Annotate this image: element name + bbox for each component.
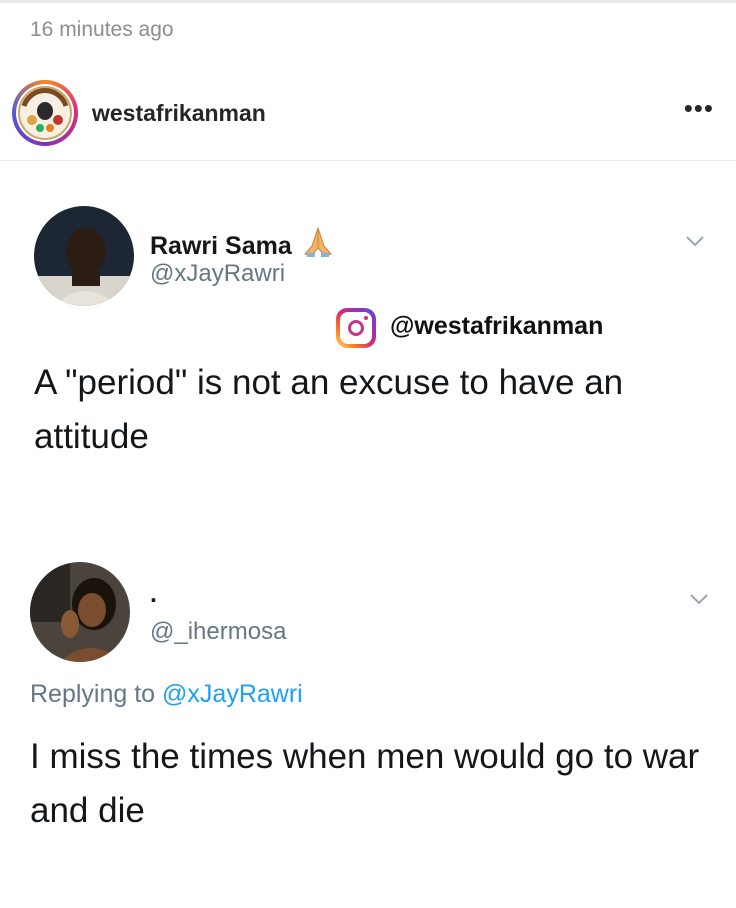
tweet-author-name[interactable]: Rawri Sama (150, 226, 333, 261)
replying-to-prefix: Replying to (30, 680, 163, 708)
replying-to-link[interactable]: @xJayRawri (162, 680, 303, 708)
watermark-handle: @westafrikanman (390, 312, 604, 340)
more-options-icon[interactable]: ••• (684, 95, 714, 121)
tweet-author-handle[interactable]: @xJayRawri (150, 260, 285, 288)
chevron-down-icon[interactable] (684, 230, 706, 252)
instagram-icon (336, 308, 376, 348)
tweet-author-handle[interactable]: @_ihermosa (150, 618, 286, 646)
person-photo-icon (30, 562, 130, 662)
folded-hands-icon (303, 226, 332, 257)
tweet-avatar[interactable] (34, 206, 134, 306)
tweet-reply: . @_ihermosa Replying to @xJayRawri I mi… (0, 560, 736, 860)
tweet-text: A "period" is not an excuse to have an a… (34, 363, 624, 456)
tweet-avatar[interactable] (30, 562, 130, 662)
person-photo-icon (34, 206, 134, 306)
post-header: westafrikanman ••• (0, 68, 736, 161)
profile-avatar[interactable] (12, 80, 78, 146)
author-name-text: Rawri Sama (150, 232, 292, 260)
top-divider (0, 0, 736, 3)
brand-logo-icon (18, 86, 72, 140)
replying-to: Replying to @xJayRawri (30, 680, 303, 709)
chevron-down-icon[interactable] (688, 588, 710, 610)
post-username[interactable]: westafrikanman (92, 100, 266, 127)
tweet-text: I miss the times when men would go to wa… (30, 737, 700, 830)
post-timestamp: 16 minutes ago (30, 18, 174, 41)
tweet-author-name[interactable]: . (150, 580, 157, 609)
